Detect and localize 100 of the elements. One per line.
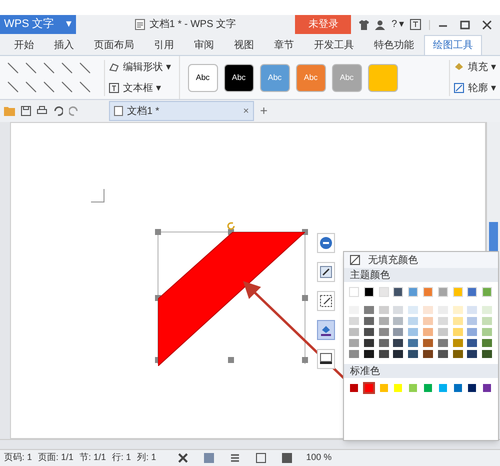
shape-style-swatch[interactable] — [368, 64, 398, 92]
save-icon[interactable] — [21, 106, 31, 116]
color-swatch[interactable] — [452, 317, 463, 325]
view-mode-icon[interactable] — [178, 453, 188, 463]
color-swatch[interactable] — [482, 306, 492, 314]
folder-icon[interactable] — [4, 106, 15, 116]
user-icon[interactable] — [375, 20, 386, 30]
color-swatch[interactable] — [452, 328, 463, 336]
color-swatch[interactable] — [364, 328, 374, 336]
color-swatch[interactable] — [364, 350, 374, 358]
color-swatch[interactable] — [378, 339, 389, 347]
pin-icon[interactable] — [410, 19, 421, 30]
color-swatch[interactable] — [408, 350, 418, 358]
color-swatch[interactable] — [349, 339, 359, 347]
edit-shape-button[interactable]: 编辑形状 ▾ — [109, 60, 171, 74]
color-swatch[interactable] — [364, 339, 374, 347]
zoom-fit-icon[interactable] — [282, 453, 292, 463]
color-swatch[interactable] — [378, 350, 389, 358]
color-swatch[interactable] — [393, 350, 404, 358]
app-menu-button[interactable]: WPS 文字 ▾ — [0, 15, 76, 34]
color-swatch[interactable] — [349, 350, 359, 358]
color-swatch[interactable] — [482, 350, 492, 358]
paint-bucket-icon — [320, 324, 332, 336]
ribbon-tab[interactable]: 页面布局 — [84, 35, 144, 55]
status-item: 页码: 1 — [4, 451, 32, 464]
ribbon-tab[interactable]: 审阅 — [184, 35, 224, 55]
shape-tool-button[interactable] — [317, 320, 335, 340]
color-swatch[interactable] — [452, 339, 463, 347]
new-tab-button[interactable]: + — [260, 101, 268, 121]
close-icon[interactable] — [482, 20, 492, 30]
print-icon[interactable] — [37, 106, 47, 116]
color-swatch[interactable] — [482, 328, 492, 336]
color-swatch[interactable] — [364, 306, 374, 314]
color-swatch[interactable] — [378, 328, 389, 336]
color-swatch[interactable] — [393, 306, 404, 314]
color-swatch[interactable] — [467, 328, 478, 336]
text-box-button[interactable]: 文本框 ▾ — [109, 80, 171, 96]
color-swatch[interactable] — [423, 306, 433, 314]
document-tab[interactable]: 文档1 * × — [109, 101, 254, 121]
color-swatch[interactable] — [438, 350, 448, 358]
color-swatch[interactable] — [438, 328, 448, 336]
color-swatch[interactable] — [467, 350, 478, 358]
login-button[interactable]: 未登录 — [295, 15, 352, 34]
help-button[interactable]: ? ▾ — [391, 17, 404, 32]
web-view-icon[interactable] — [256, 453, 266, 463]
color-swatch[interactable] — [349, 328, 359, 336]
maximize-icon[interactable] — [460, 20, 470, 30]
no-fill-item[interactable]: 无填充颜色 — [344, 252, 498, 268]
color-swatch[interactable] — [378, 317, 389, 325]
color-swatch[interactable] — [467, 339, 478, 347]
ribbon-tab[interactable]: 特色功能 — [364, 35, 424, 55]
color-swatch[interactable] — [423, 350, 433, 358]
undo-icon[interactable] — [53, 106, 63, 116]
outline-button[interactable]: 轮廓 ▾ — [454, 80, 496, 96]
ribbon-tab[interactable]: 开始 — [4, 35, 44, 55]
edit-shape-icon — [109, 62, 119, 72]
color-swatch[interactable] — [423, 317, 433, 325]
ribbon-tab[interactable]: 绘图工具 — [424, 35, 482, 55]
shape-tool-button[interactable] — [317, 291, 335, 311]
color-swatch[interactable] — [364, 317, 374, 325]
color-swatch[interactable] — [408, 328, 418, 336]
ribbon-tab[interactable]: 章节 — [264, 35, 304, 55]
document-icon — [114, 106, 123, 116]
color-swatch[interactable] — [408, 339, 418, 347]
ribbon-tab[interactable]: 视图 — [224, 35, 264, 55]
color-swatch[interactable] — [408, 317, 418, 325]
color-swatch[interactable] — [423, 328, 433, 336]
color-swatch[interactable] — [467, 317, 478, 325]
ribbon-tab[interactable]: 插入 — [44, 35, 84, 55]
color-swatch[interactable] — [408, 306, 418, 314]
shirt-icon[interactable] — [359, 20, 370, 30]
color-swatch[interactable] — [438, 339, 448, 347]
color-swatch[interactable] — [362, 382, 375, 394]
color-swatch[interactable] — [482, 339, 492, 347]
page-view-icon[interactable] — [204, 453, 214, 463]
theme-colors-header: 主题颜色 — [344, 268, 498, 282]
color-swatch[interactable] — [349, 317, 359, 325]
color-swatch[interactable] — [467, 306, 478, 314]
color-swatch[interactable] — [393, 339, 404, 347]
fill-button[interactable]: 填充 ▾ — [454, 60, 496, 74]
ribbon-tab[interactable]: 开发工具 — [304, 35, 364, 55]
outline-view-icon[interactable] — [230, 453, 240, 463]
color-swatch[interactable] — [482, 317, 492, 325]
color-swatch[interactable] — [393, 328, 404, 336]
shape-tool-button[interactable] — [317, 349, 335, 369]
close-tab-button[interactable]: × — [243, 104, 249, 118]
rotate-handle-icon[interactable] — [226, 221, 236, 231]
shape-tool-button[interactable] — [317, 262, 335, 282]
color-swatch[interactable] — [438, 317, 448, 325]
shape-style-swatch[interactable]: Abc — [224, 64, 254, 92]
color-swatch[interactable] — [378, 306, 389, 314]
color-swatch[interactable] — [452, 350, 463, 358]
color-swatch[interactable] — [452, 306, 463, 314]
redo-icon[interactable] — [69, 106, 79, 116]
color-swatch[interactable] — [393, 317, 404, 325]
outline-icon — [320, 295, 332, 307]
color-swatch[interactable] — [423, 339, 433, 347]
horizontal-scrollbar[interactable] — [0, 439, 500, 449]
ribbon-tab[interactable]: 引用 — [144, 35, 184, 55]
shape-style-swatch[interactable]: Abc — [188, 64, 218, 92]
